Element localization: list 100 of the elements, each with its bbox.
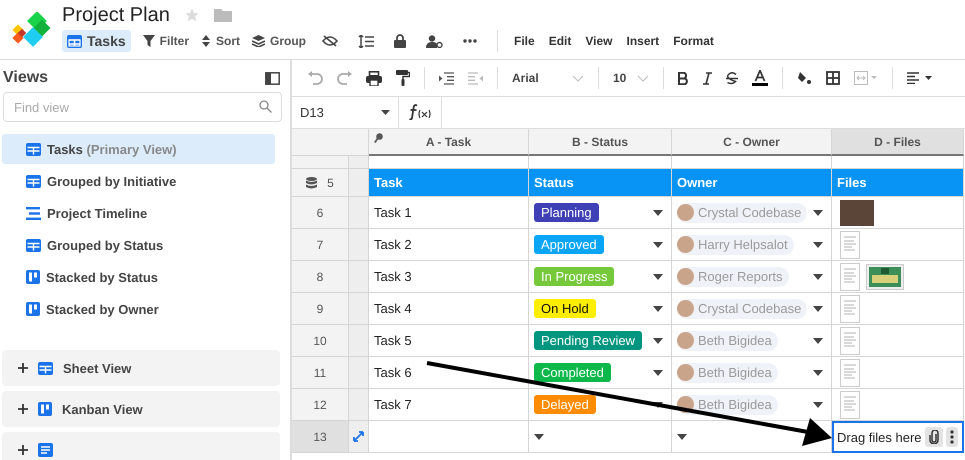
group-button[interactable]: Group [252,34,306,48]
row-number[interactable]: 7 [292,229,349,261]
header-cell: Owner [672,169,832,197]
caret-icon[interactable] [813,274,823,280]
sidebar-heading: Views [3,69,48,87]
document-thumbnail[interactable] [840,390,860,418]
lock-icon[interactable] [394,34,406,48]
timeline-icon [26,206,41,220]
caret-icon[interactable] [653,306,663,312]
expand-row-icon[interactable] [353,431,364,442]
function-icon[interactable] [409,104,431,120]
header-cell: Status [529,169,672,197]
add-view-panel[interactable]: Sheet View [2,350,280,386]
table-icon [26,142,41,156]
more-icon[interactable] [463,39,478,43]
view-list-item[interactable]: Grouped by Status [2,230,275,260]
caret-icon[interactable] [677,434,687,440]
caret-icon[interactable] [534,434,544,440]
document-thumbnail[interactable] [840,294,860,322]
panel-toggle-icon[interactable] [265,72,280,84]
caret-icon[interactable] [813,306,823,312]
avatar-icon [677,236,694,253]
row-number[interactable]: 12 [292,389,349,421]
strikethrough-icon[interactable] [726,72,738,84]
caret-icon[interactable] [653,338,663,344]
table-cell: Task 2 [369,229,529,261]
add-view-panel[interactable] [2,432,280,460]
avatar-icon [677,268,694,285]
row-gutter [349,261,369,293]
menu-item[interactable]: Format [673,34,714,48]
print-icon[interactable] [366,70,382,86]
caret-icon[interactable] [813,338,823,344]
row-gutter [349,293,369,325]
menu-item[interactable]: Edit [548,34,572,48]
table-cell: Task 3 [369,261,529,293]
view-list-item[interactable]: Grouped by Initiative [2,166,275,196]
font-size-dropdown[interactable]: 10 [613,71,649,85]
row-height-icon[interactable] [358,34,374,48]
bold-icon[interactable] [678,72,689,84]
column-header[interactable]: A - Task [369,129,529,156]
corner-cell[interactable] [292,129,369,156]
form-icon [38,443,53,457]
row-number[interactable]: 10 [292,325,349,357]
document-title[interactable]: Project Plan [62,4,170,26]
attach-button[interactable] [924,427,943,447]
document-thumbnail[interactable] [840,326,860,354]
hide-fields-icon[interactable] [322,35,338,47]
filter-button[interactable]: Filter [142,34,190,48]
column-header[interactable]: D - Files [832,129,964,156]
view-list-item[interactable]: Tasks (Primary View) [2,134,275,164]
cell-reference-dropdown[interactable]: D13 [292,97,399,128]
view-tab[interactable]: Tasks [62,30,131,52]
search-icon [259,100,272,113]
row-number[interactable]: 9 [292,293,349,325]
align-icon[interactable] [907,72,933,84]
add-view-panel[interactable]: Kanban View [2,391,280,427]
caret-icon[interactable] [813,210,823,216]
document-thumbnail[interactable] [840,358,860,386]
row-number[interactable]: 11 [292,357,349,389]
search-field[interactable]: Find view [3,92,282,122]
caret-icon[interactable] [813,402,823,408]
plus-icon[interactable] [18,404,28,414]
fill-color-icon[interactable] [797,72,812,84]
sort-button[interactable]: Sort [201,34,240,48]
caret-icon[interactable] [813,242,823,248]
menu-item[interactable]: View [585,34,612,48]
borders-icon[interactable] [826,71,840,85]
row-number[interactable]: 8 [292,261,349,293]
view-list-item[interactable]: Stacked by Status [2,262,275,292]
caret-icon[interactable] [653,242,663,248]
table-icon [38,362,53,374]
column-header[interactable]: C - Owner [672,129,832,156]
indent-icon[interactable] [439,72,454,84]
view-list-item[interactable]: Project Timeline [2,198,275,228]
more-options-button[interactable] [946,427,958,447]
header-cell: Task [369,169,529,197]
format-painter-icon[interactable] [396,70,410,86]
text-color-icon[interactable] [752,70,768,86]
document-thumbnail[interactable] [840,262,860,290]
caret-icon[interactable] [653,274,663,280]
caret-icon[interactable] [653,370,663,376]
document-thumbnail[interactable] [840,230,860,258]
row-number[interactable]: 6 [292,197,349,229]
user-permissions-icon[interactable] [426,34,444,48]
caret-icon[interactable] [653,210,663,216]
plus-icon[interactable] [18,445,28,455]
caret-icon[interactable] [813,370,823,376]
row-number[interactable]: 13 [292,421,349,453]
plus-icon[interactable] [18,363,28,373]
menu-item[interactable]: File [514,34,535,48]
table-icon [67,34,82,48]
merge-cells-icon[interactable] [854,71,878,85]
font-family-dropdown[interactable]: Arial [512,71,584,85]
menu-item[interactable]: Insert [626,34,660,48]
certificate-thumbnail[interactable] [866,264,904,290]
view-list-item[interactable]: Stacked by Owner [2,294,275,324]
owner-chip: Beth Bigidea [677,362,778,382]
italic-icon[interactable] [703,72,712,84]
column-header[interactable]: B - Status [529,129,672,156]
star-icon[interactable] [184,7,200,23]
